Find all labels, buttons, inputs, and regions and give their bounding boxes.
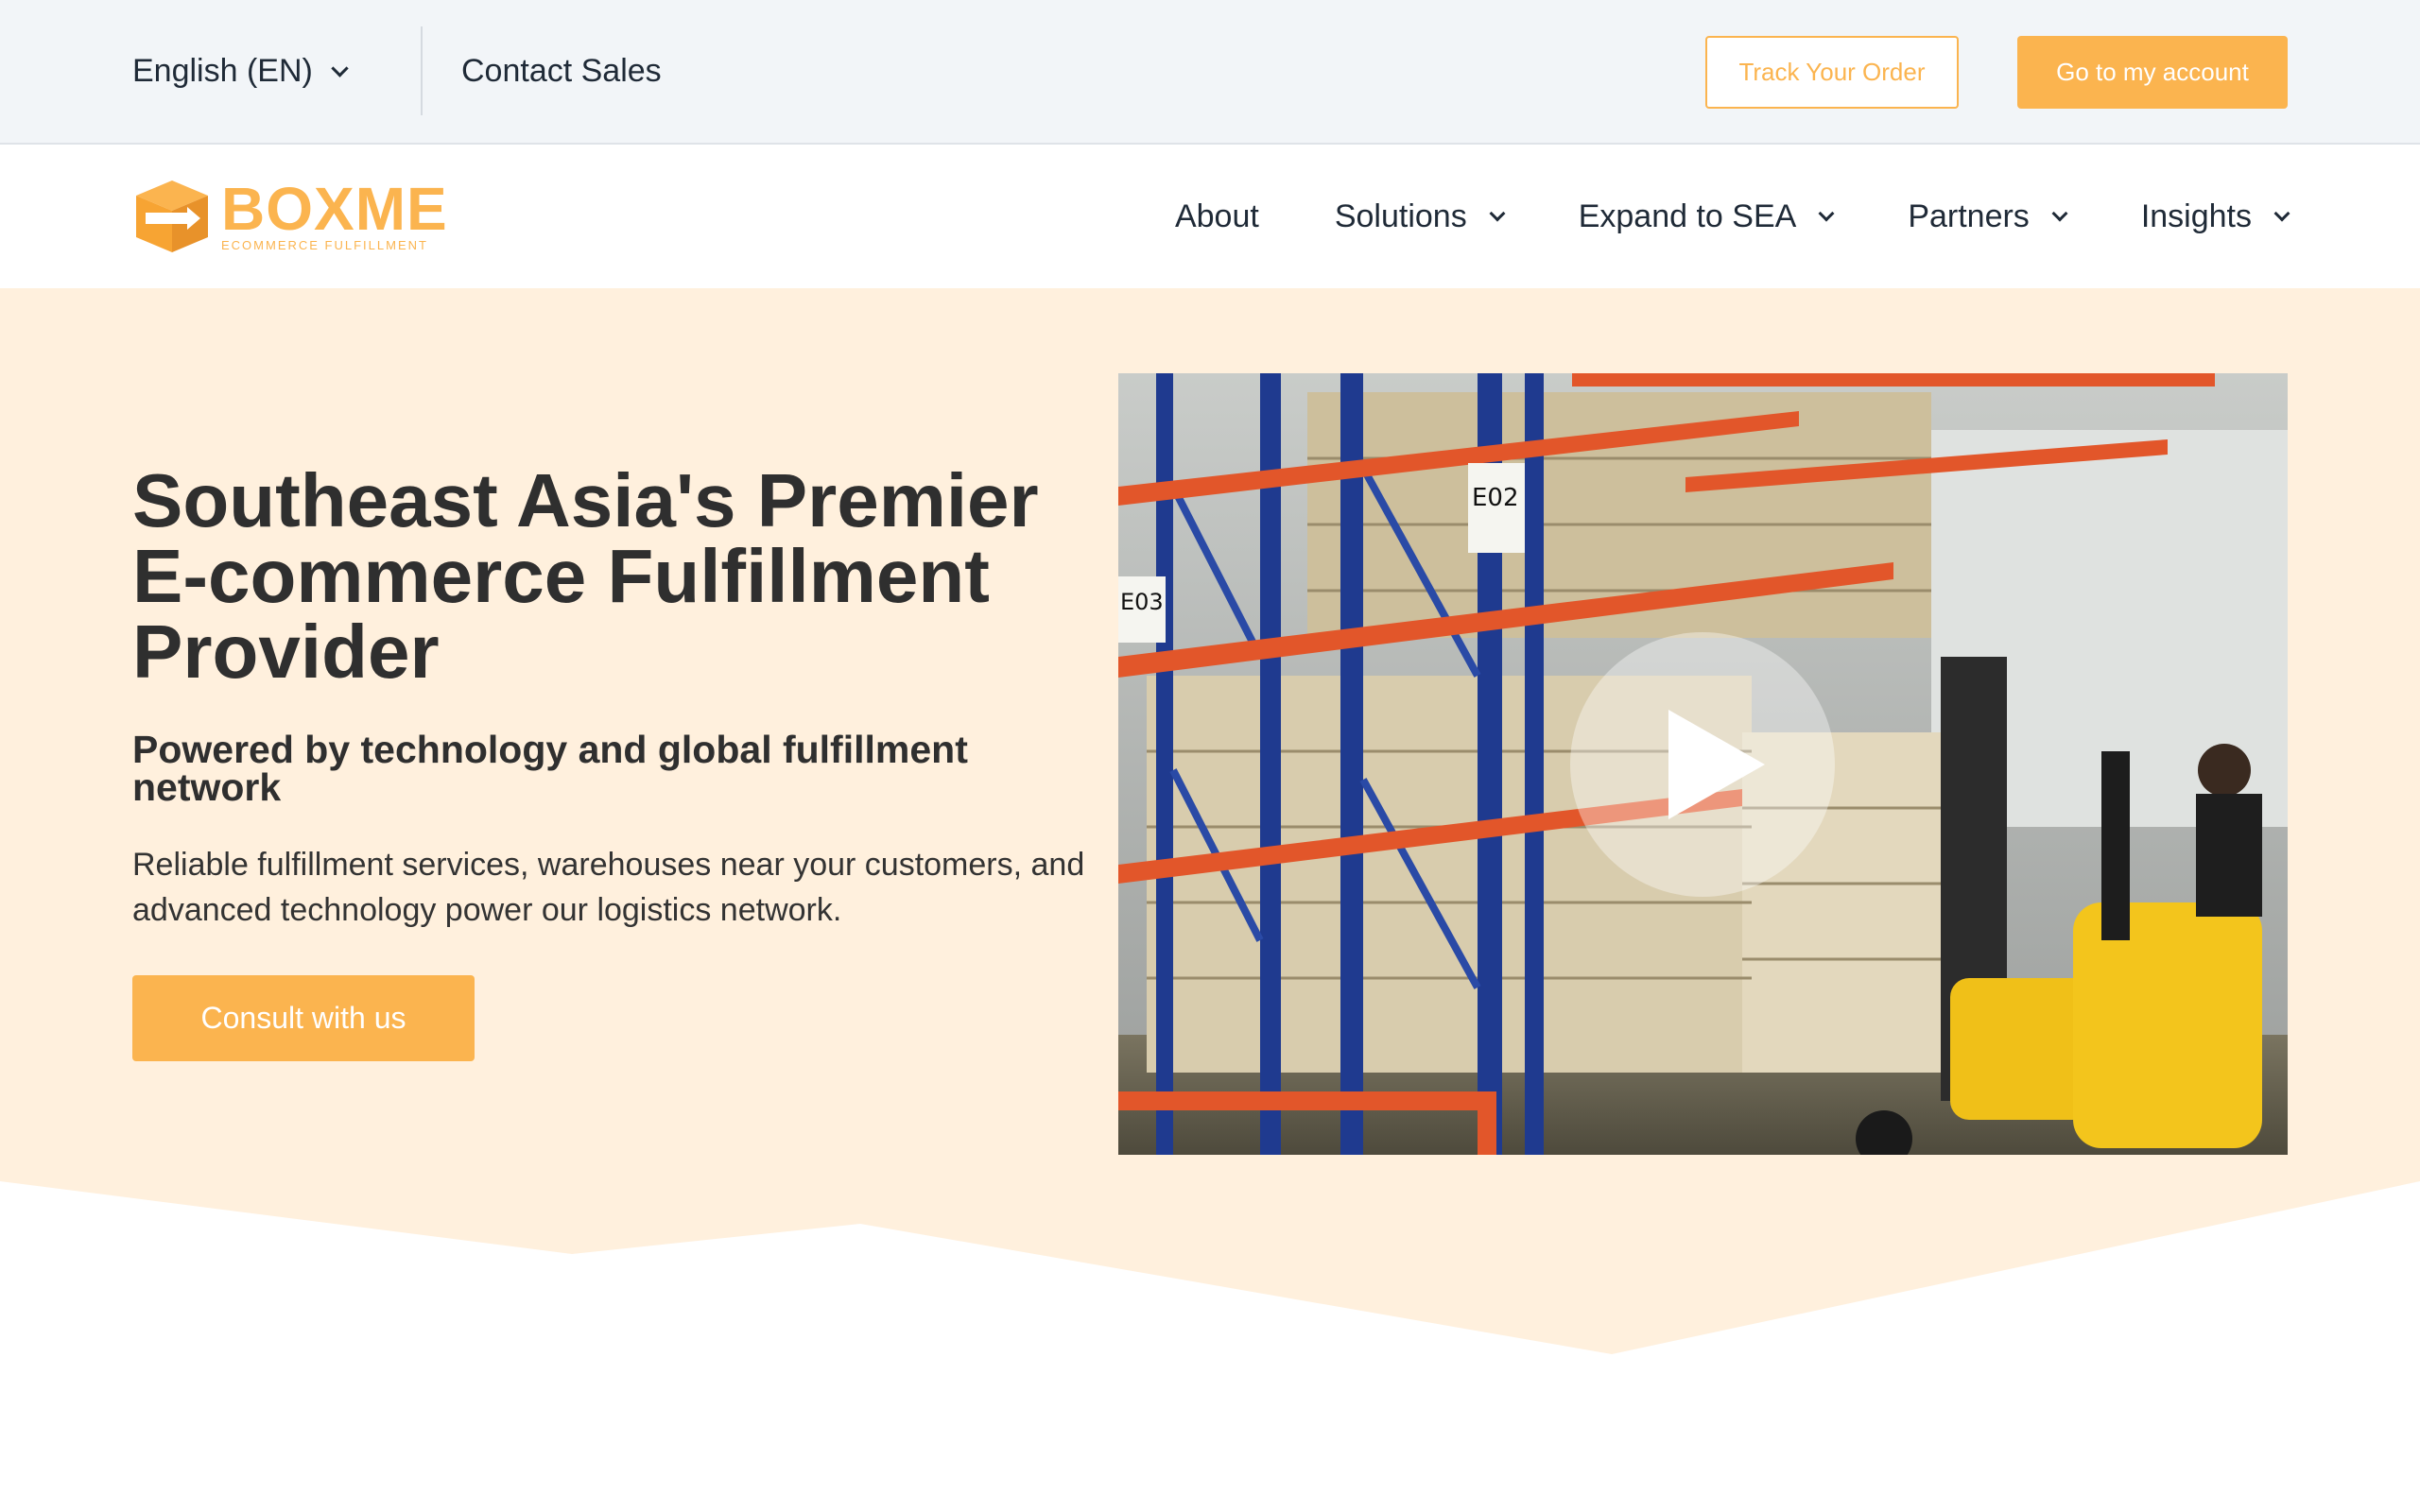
nav-item-label: Expand to SEA — [1578, 198, 1797, 234]
nav-menu: About Solutions Expand to SEA Partners I… — [1099, 145, 2290, 288]
box-logo-icon — [136, 180, 208, 252]
language-label: English (EN) — [132, 52, 313, 89]
contact-sales-link[interactable]: Contact Sales — [461, 47, 662, 94]
nav-item-expand-to-sea[interactable]: Expand to SEA — [1578, 198, 1835, 235]
nav-item-label: Insights — [2140, 198, 2252, 234]
language-selector[interactable]: English (EN) — [132, 42, 349, 100]
my-account-button[interactable]: Go to my account — [2017, 36, 2288, 109]
chevron-down-icon — [331, 59, 349, 77]
video-player[interactable]: E02 E03 — [1118, 373, 2288, 1155]
svg-text:E02: E02 — [1472, 484, 1519, 512]
chevron-down-icon — [1489, 205, 1506, 222]
nav-item-insights[interactable]: Insights — [2140, 198, 2290, 235]
brand-tagline: ECOMMERCE FULFILLMENT — [221, 238, 428, 252]
divider — [421, 26, 423, 115]
nav-item-solutions[interactable]: Solutions — [1334, 198, 1506, 235]
play-icon — [1668, 710, 1765, 819]
consult-button[interactable]: Consult with us — [132, 975, 475, 1061]
svg-text:E03: E03 — [1120, 589, 1164, 615]
nav-item-label: Partners — [1908, 198, 2030, 234]
play-button[interactable] — [1570, 632, 1835, 897]
nav-item-label: Solutions — [1334, 198, 1467, 234]
chevron-down-icon — [1818, 205, 1835, 222]
track-order-button[interactable]: Track Your Order — [1705, 36, 1959, 109]
main-navigation: BOXME ECOMMERCE FULFILLMENT About Soluti… — [0, 145, 2420, 288]
brand-name: BOXME — [221, 175, 448, 243]
nav-item-partners[interactable]: Partners — [1908, 198, 2068, 235]
chevron-down-icon — [2273, 205, 2290, 222]
hero-description: Reliable fulfillment services, warehouse… — [132, 847, 1085, 928]
hero-section: Southeast Asia's Premier E-commerce Fulf… — [0, 288, 2420, 1512]
hero-subtitle: Powered by technology and global fulfill… — [132, 728, 968, 809]
top-utility-bar: English (EN) Contact Sales Track Your Or… — [0, 0, 2420, 145]
logo[interactable]: BOXME ECOMMERCE FULFILLMENT — [132, 174, 454, 259]
chevron-down-icon — [2051, 205, 2068, 222]
hero-title: Southeast Asia's Premier E-commerce Fulf… — [132, 458, 1039, 694]
nav-item-label: About — [1174, 198, 1259, 234]
nav-item-about[interactable]: About — [1175, 198, 1259, 235]
